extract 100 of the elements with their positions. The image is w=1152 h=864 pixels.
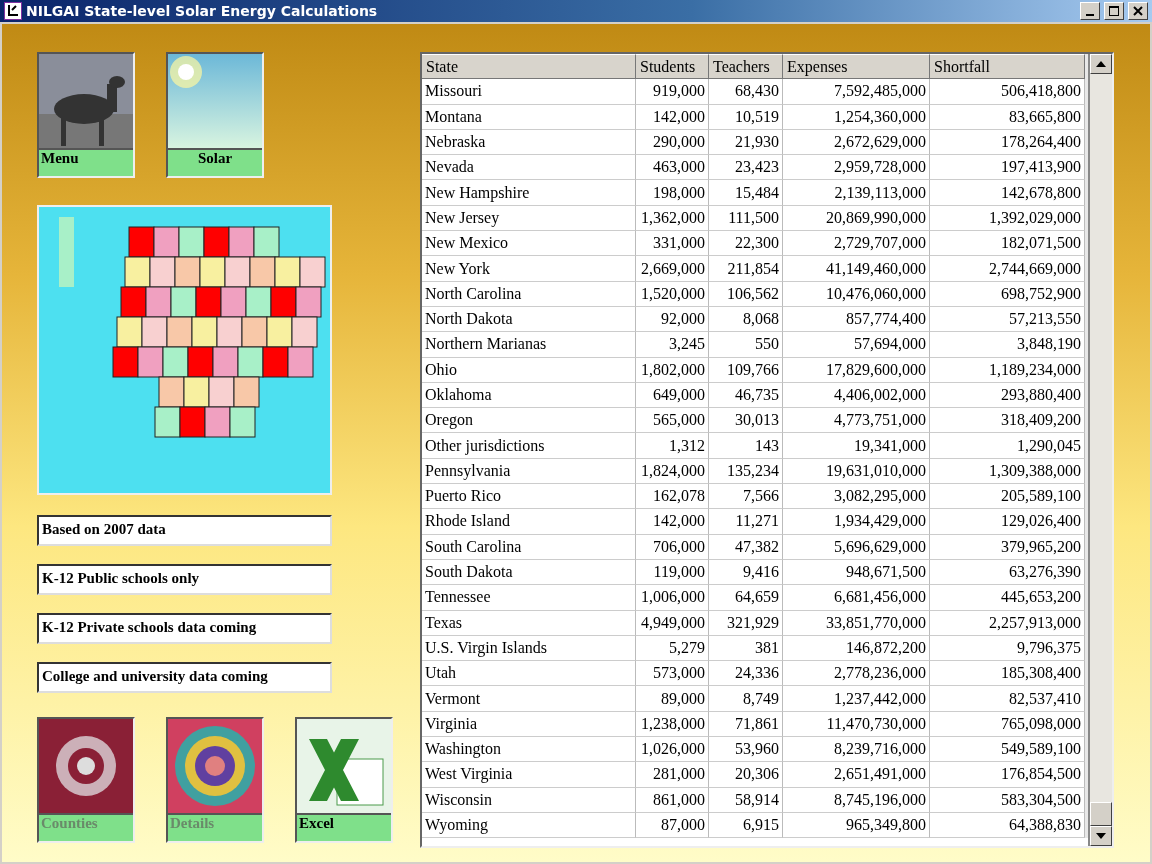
table-cell: 47,382 <box>709 534 783 560</box>
table-cell: South Carolina <box>422 534 636 560</box>
table-cell: 331,000 <box>636 231 709 257</box>
table-cell: 20,306 <box>709 762 783 788</box>
table-cell: 1,006,000 <box>636 585 709 611</box>
table-cell: Wyoming <box>422 812 636 839</box>
table-cell: Virginia <box>422 711 636 737</box>
table-cell: Oregon <box>422 408 636 434</box>
column-header[interactable]: State <box>422 54 636 80</box>
table-cell: 281,000 <box>636 762 709 788</box>
table-cell: 2,672,629,000 <box>783 129 930 156</box>
table-cell: 965,349,800 <box>783 812 930 839</box>
table-cell: 119,000 <box>636 559 709 586</box>
close-button[interactable] <box>1128 2 1148 20</box>
table-cell: 19,341,000 <box>783 433 930 459</box>
table-cell: 5,279 <box>636 635 709 662</box>
table-cell: 33,851,770,000 <box>783 610 930 636</box>
table-cell: 565,000 <box>636 408 709 434</box>
table-cell: 57,694,000 <box>783 332 930 358</box>
table-cell: 211,854 <box>709 256 783 282</box>
app-icon <box>4 2 22 20</box>
table-cell: 87,000 <box>636 812 709 839</box>
column-header[interactable]: Shortfall <box>930 54 1085 80</box>
table-cell: 21,930 <box>709 129 783 156</box>
table-cell: New York <box>422 256 636 282</box>
minimize-button[interactable] <box>1080 2 1100 20</box>
table-cell: 68,430 <box>709 79 783 105</box>
table-cell: 2,959,728,000 <box>783 155 930 181</box>
table-cell: 321,929 <box>709 610 783 636</box>
table-cell: 58,914 <box>709 787 783 813</box>
table-cell: 22,300 <box>709 231 783 257</box>
window-title: NILGAI State-level Solar Energy Calculations <box>26 3 379 19</box>
table-cell: Montana <box>422 104 636 130</box>
table-cell: 1,802,000 <box>636 357 709 383</box>
table-cell: 2,651,491,000 <box>783 762 930 788</box>
table-cell: 4,773,751,000 <box>783 408 930 434</box>
table-cell: 8,239,716,000 <box>783 737 930 763</box>
table-cell: 5,696,629,000 <box>783 534 930 560</box>
table-cell: 89,000 <box>636 686 709 712</box>
column-header[interactable]: Expenses <box>783 54 930 80</box>
table-cell: 1,026,000 <box>636 737 709 763</box>
scrollbar[interactable] <box>1088 54 1112 846</box>
table-cell: 8,745,196,000 <box>783 787 930 813</box>
maximize-icon <box>1109 6 1119 16</box>
minimize-icon <box>1086 13 1094 16</box>
scroll-thumb[interactable] <box>1090 802 1112 826</box>
table-cell: 53,960 <box>709 737 783 763</box>
table-cell: 861,000 <box>636 787 709 813</box>
table-cell: New Hampshire <box>422 180 636 206</box>
close-icon <box>1133 6 1143 16</box>
tile-button[interactable]: Excel <box>295 717 393 843</box>
table-cell: South Dakota <box>422 559 636 586</box>
table-cell: Missouri <box>422 79 636 105</box>
maximize-button[interactable] <box>1104 2 1124 20</box>
table-cell: 9,416 <box>709 559 783 586</box>
table-cell: 162,078 <box>636 484 709 510</box>
note-label: College and university data coming <box>37 662 332 693</box>
table-cell: 2,139,113,000 <box>783 180 930 206</box>
table-cell: 7,592,485,000 <box>783 79 930 105</box>
table-cell: U.S. Virgin Islands <box>422 635 636 662</box>
note-label: K-12 Public schools only <box>37 564 332 595</box>
table-cell: 19,631,010,000 <box>783 458 930 485</box>
table-cell: 1,934,429,000 <box>783 509 930 535</box>
table-cell: North Dakota <box>422 306 636 333</box>
table-cell: 948,671,500 <box>783 559 930 586</box>
table-cell: 20,869,990,000 <box>783 205 930 232</box>
column-header[interactable]: Teachers <box>709 54 783 80</box>
column-header[interactable]: Students <box>636 54 709 80</box>
table-cell: Puerto Rico <box>422 484 636 510</box>
table-cell: 109,766 <box>709 357 783 383</box>
table-cell: 11,271 <box>709 509 783 535</box>
table-cell: Utah <box>422 661 636 687</box>
table-cell: 463,000 <box>636 155 709 181</box>
table-cell: 135,234 <box>709 458 783 485</box>
table-cell: 6,681,456,000 <box>783 585 930 611</box>
table-cell: 3,245 <box>636 332 709 358</box>
tile-button[interactable]: Solar <box>166 52 264 178</box>
table-cell: Nevada <box>422 155 636 181</box>
table-cell: 1,238,000 <box>636 711 709 737</box>
table-cell: 1,824,000 <box>636 458 709 485</box>
up-arrow-icon <box>1096 61 1106 67</box>
table-cell: Oklahoma <box>422 382 636 409</box>
table-cell: 6,915 <box>709 812 783 839</box>
scroll-up-button[interactable] <box>1090 54 1112 74</box>
pattern-drawing <box>56 736 116 796</box>
table-cell: 649,000 <box>636 382 709 409</box>
table-cell: 2,778,236,000 <box>783 661 930 687</box>
table-cell: 92,000 <box>636 306 709 333</box>
tile-button[interactable]: Menu <box>37 52 135 178</box>
table-cell: 142,000 <box>636 509 709 535</box>
table-cell: 41,149,460,000 <box>783 256 930 282</box>
table-cell: 706,000 <box>636 534 709 560</box>
table-cell: 550 <box>709 332 783 358</box>
scroll-down-button[interactable] <box>1090 826 1112 846</box>
animal-drawing <box>54 76 125 146</box>
table-cell: 10,519 <box>709 104 783 130</box>
spreadsheet-x-icon <box>309 739 384 806</box>
table-cell: 4,949,000 <box>636 610 709 636</box>
table-cell: 198,000 <box>636 180 709 206</box>
table-cell: 17,829,600,000 <box>783 357 930 383</box>
